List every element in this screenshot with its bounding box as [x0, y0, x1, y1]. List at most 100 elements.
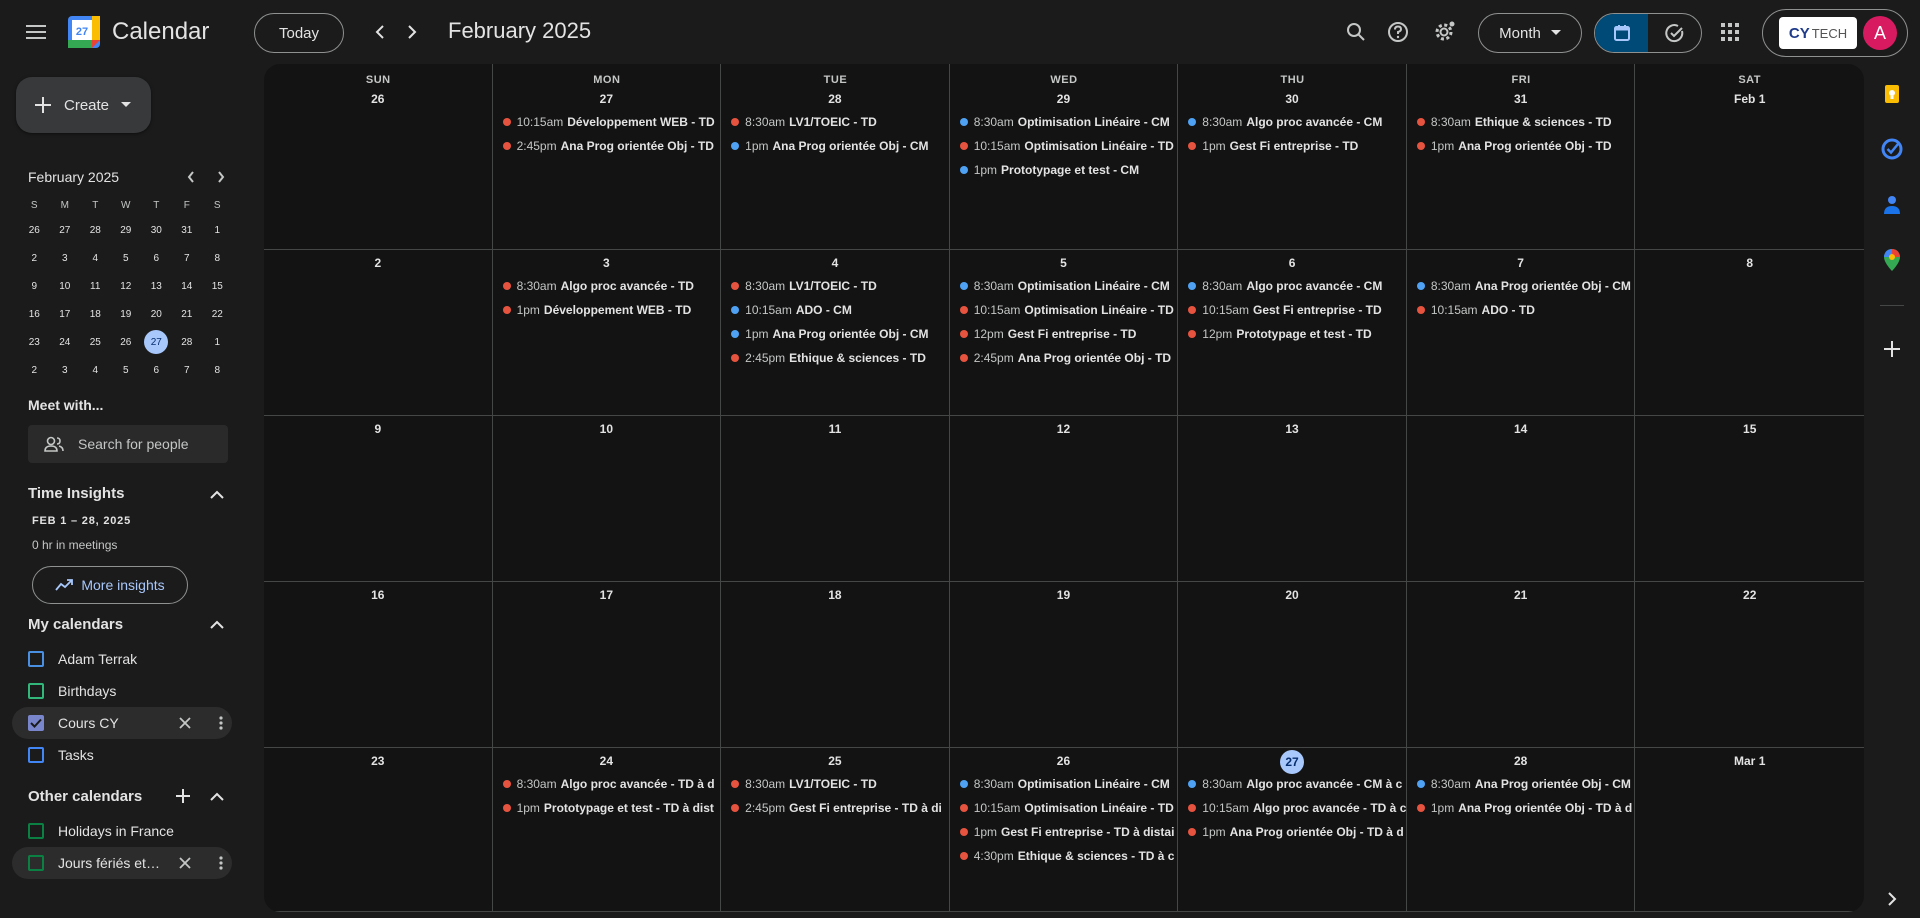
calendar-checkbox[interactable]	[28, 651, 44, 667]
event-chip[interactable]: 8:30am Algo proc avancée - CM	[1178, 274, 1406, 298]
settings-button[interactable]	[1424, 12, 1464, 52]
day-number[interactable]: 27	[493, 88, 721, 110]
day-number[interactable]: 8	[1635, 252, 1864, 274]
calendar-options-button[interactable]	[210, 856, 232, 870]
event-chip[interactable]: 10:15am Développement WEB - TD	[493, 110, 721, 134]
event-chip[interactable]: 1pm Ana Prog orientée Obj - CM	[721, 134, 949, 158]
mini-calendar-day[interactable]: 1	[202, 328, 233, 356]
today-button[interactable]: Today	[254, 13, 344, 53]
day-number[interactable]: 13	[1178, 418, 1406, 440]
day-cell[interactable]: 6 8:30am Algo proc avancée - CM 10:15am Gest…	[1178, 250, 1407, 416]
calendar-checkbox[interactable]	[28, 747, 44, 763]
event-chip[interactable]: 8:30am Algo proc avancée - TD	[493, 274, 721, 298]
mini-calendar-day[interactable]: 1	[202, 216, 233, 244]
expand-panel-icon[interactable]	[1878, 885, 1906, 913]
day-number[interactable]: 10	[493, 418, 721, 440]
mini-calendar-day[interactable]: 23	[19, 328, 50, 356]
day-number[interactable]: 4	[721, 252, 949, 274]
remove-calendar-button[interactable]	[174, 857, 196, 869]
event-chip[interactable]: 1pm Prototypage et test - TD à dist	[493, 796, 721, 820]
maps-icon[interactable]	[1878, 246, 1906, 274]
mini-calendar-next[interactable]	[206, 166, 236, 188]
event-chip[interactable]: 8:30am Ana Prog orientée Obj - CM	[1407, 772, 1635, 796]
event-chip[interactable]: 1pm Gest Fi entreprise - TD	[1178, 134, 1406, 158]
mini-calendar-day[interactable]: 4	[80, 244, 111, 272]
mini-calendar-day[interactable]: 6	[141, 244, 172, 272]
day-number[interactable]: 12	[950, 418, 1178, 440]
mini-calendar-day[interactable]: 13	[141, 272, 172, 300]
day-cell[interactable]: 17	[492, 582, 722, 748]
next-period-button[interactable]	[392, 12, 432, 52]
event-chip[interactable]: 12pm Gest Fi entreprise - TD	[950, 322, 1178, 346]
mini-calendar-day[interactable]: 14	[172, 272, 203, 300]
day-cell[interactable]: 20	[1178, 582, 1407, 748]
day-cell[interactable]: 26 8:30am Optimisation Linéaire - CM 10:15a…	[949, 748, 1179, 912]
event-chip[interactable]: 2:45pm Ana Prog orientée Obj - TD	[950, 346, 1178, 370]
event-chip[interactable]: 10:15am Optimisation Linéaire - TD	[950, 134, 1178, 158]
day-cell[interactable]: 27 10:15am Développement WEB - TD 2:45pm Ana…	[492, 64, 722, 250]
mini-calendar-day[interactable]: 12	[111, 272, 142, 300]
day-number[interactable]: 18	[721, 584, 949, 606]
mini-calendar-day[interactable]: 15	[202, 272, 233, 300]
calendar-checkbox[interactable]	[28, 715, 44, 731]
day-number[interactable]: 7	[1407, 252, 1635, 274]
day-number[interactable]: 25	[721, 750, 949, 772]
calendar-view-toggle[interactable]	[1595, 14, 1648, 52]
mini-calendar-day[interactable]: 3	[50, 244, 81, 272]
mini-calendar-day[interactable]: 2	[19, 356, 50, 384]
event-chip[interactable]: 1pm Prototypage et test - CM	[950, 158, 1178, 182]
day-cell[interactable]: 14	[1406, 416, 1636, 582]
event-chip[interactable]: 12pm Prototypage et test - TD	[1178, 322, 1406, 346]
day-cell[interactable]: Mar 1	[1635, 748, 1864, 912]
day-number[interactable]: Mar 1	[1635, 750, 1864, 772]
day-number[interactable]: 26	[950, 750, 1178, 772]
day-cell[interactable]: 23	[264, 748, 493, 912]
day-cell[interactable]: 3 8:30am Algo proc avancée - TD 1pm Développ…	[492, 250, 722, 416]
mini-calendar-day[interactable]: 31	[172, 216, 203, 244]
event-chip[interactable]: 2:45pm Gest Fi entreprise - TD à di	[721, 796, 949, 820]
day-number[interactable]: 9	[264, 418, 492, 440]
day-number[interactable]: 21	[1407, 584, 1635, 606]
day-number[interactable]: 29	[950, 88, 1178, 110]
event-chip[interactable]: 8:30am Ana Prog orientée Obj - CM	[1407, 274, 1635, 298]
day-number[interactable]: 28	[721, 88, 949, 110]
more-insights-button[interactable]: More insights	[32, 566, 188, 604]
view-switcher[interactable]: Month	[1478, 13, 1582, 53]
calendar-item[interactable]: Birthdays	[12, 675, 232, 707]
mini-calendar-day[interactable]: 26	[111, 328, 142, 356]
day-cell[interactable]: 11	[721, 416, 950, 582]
calendar-item[interactable]: Holidays in France	[12, 815, 232, 847]
day-number[interactable]: 22	[1635, 584, 1864, 606]
day-number[interactable]: 23	[264, 750, 492, 772]
day-cell[interactable]: 22	[1635, 582, 1864, 748]
calendar-options-button[interactable]	[210, 716, 232, 730]
mini-calendar-day[interactable]: 10	[50, 272, 81, 300]
event-chip[interactable]: 4:30pm Ethique & sciences - TD à c	[950, 844, 1178, 868]
mini-calendar-day[interactable]: 28	[80, 216, 111, 244]
mini-calendar-day[interactable]: 19	[111, 300, 142, 328]
day-cell[interactable]: 28 8:30am Ana Prog orientée Obj - CM 1pm Ana…	[1406, 748, 1636, 912]
day-cell[interactable]: 13	[1178, 416, 1407, 582]
day-number[interactable]: 19	[950, 584, 1178, 606]
day-cell[interactable]: 25 8:30am LV1/TOEIC - TD 2:45pm Gest Fi entr…	[721, 748, 950, 912]
day-cell[interactable]: 5 8:30am Optimisation Linéaire - CM 10:15am…	[949, 250, 1179, 416]
mini-calendar-day[interactable]: 26	[19, 216, 50, 244]
day-cell[interactable]: 27 8:30am Algo proc avancée - CM à c 10:15a…	[1178, 748, 1407, 912]
day-number[interactable]: 11	[721, 418, 949, 440]
day-cell[interactable]: 12	[949, 416, 1179, 582]
other-calendars-collapse[interactable]	[204, 783, 230, 809]
event-chip[interactable]: 1pm Ana Prog orientée Obj - TD à d	[1178, 820, 1406, 844]
remove-calendar-button[interactable]	[174, 717, 196, 729]
day-cell[interactable]: 4 8:30am LV1/TOEIC - TD 10:15am ADO - CM 1pm A…	[721, 250, 950, 416]
event-chip[interactable]: 2:45pm Ethique & sciences - TD	[721, 346, 949, 370]
event-chip[interactable]: 8:30am Algo proc avancée - TD à d	[493, 772, 721, 796]
mini-calendar-day[interactable]: 3	[50, 356, 81, 384]
event-chip[interactable]: 1pm Ana Prog orientée Obj - TD	[1407, 134, 1635, 158]
event-chip[interactable]: 10:15am Optimisation Linéaire - TD	[950, 796, 1178, 820]
search-people-input[interactable]: Search for people	[28, 425, 228, 463]
day-number[interactable]: 14	[1407, 418, 1635, 440]
mini-calendar-day[interactable]: 24	[50, 328, 81, 356]
event-chip[interactable]: 1pm Ana Prog orientée Obj - CM	[721, 322, 949, 346]
day-cell[interactable]: 2	[264, 250, 493, 416]
event-chip[interactable]: 8:30am Optimisation Linéaire - CM	[950, 772, 1178, 796]
